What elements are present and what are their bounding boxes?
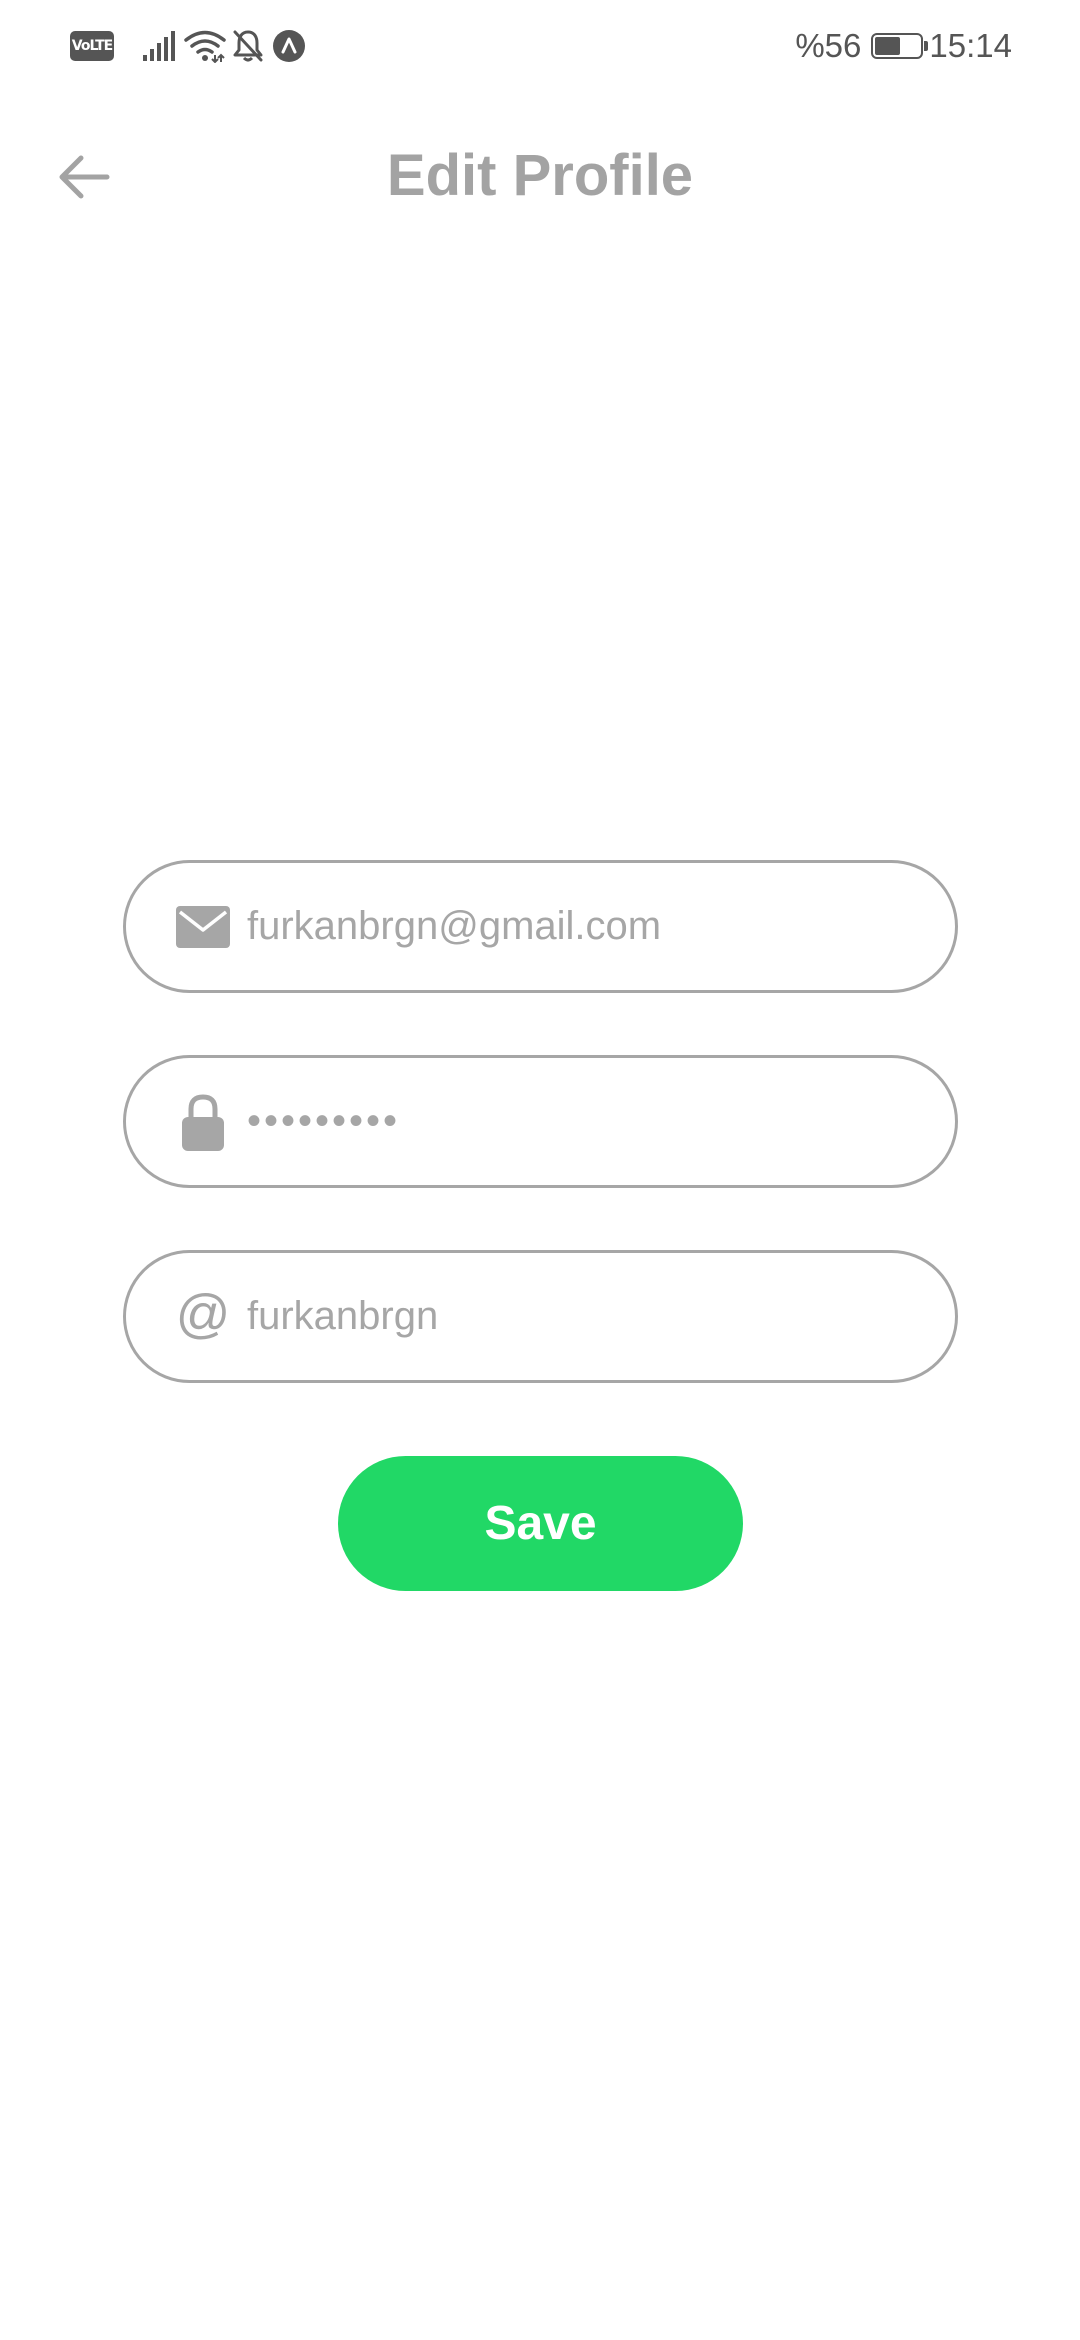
- username-field[interactable]: @ furkanbrgn: [123, 1250, 958, 1383]
- battery-level: [875, 37, 901, 55]
- username-input[interactable]: furkanbrgn: [247, 1294, 915, 1339]
- password-input[interactable]: •••••••••: [247, 1099, 915, 1144]
- wifi-icon: [184, 30, 226, 63]
- app-notification-icon: [273, 30, 305, 62]
- battery-icon: [871, 33, 929, 59]
- at-icon: @: [173, 1287, 233, 1341]
- status-time: 15:14: [929, 27, 1012, 64]
- lock-icon: [173, 1093, 233, 1151]
- save-button[interactable]: Save: [338, 1456, 743, 1591]
- email-input[interactable]: furkanbrgn@gmail.com: [247, 904, 915, 949]
- status-bar-left: VoLTE: [70, 28, 306, 64]
- page-title: Edit Profile: [386, 143, 694, 208]
- at-symbol: @: [175, 1283, 231, 1344]
- status-bar: VoLTE %56 15:14: [0, 0, 1080, 92]
- status-bar-right: %56 15:14: [795, 24, 1012, 68]
- envelope-icon: [173, 905, 233, 948]
- bell-off-icon: [233, 30, 263, 62]
- password-field[interactable]: •••••••••: [123, 1055, 958, 1188]
- email-field[interactable]: furkanbrgn@gmail.com: [123, 860, 958, 993]
- volte-icon: VoLTE: [70, 31, 114, 61]
- signal-icon: [143, 31, 175, 61]
- battery-percentage: %56: [795, 27, 862, 64]
